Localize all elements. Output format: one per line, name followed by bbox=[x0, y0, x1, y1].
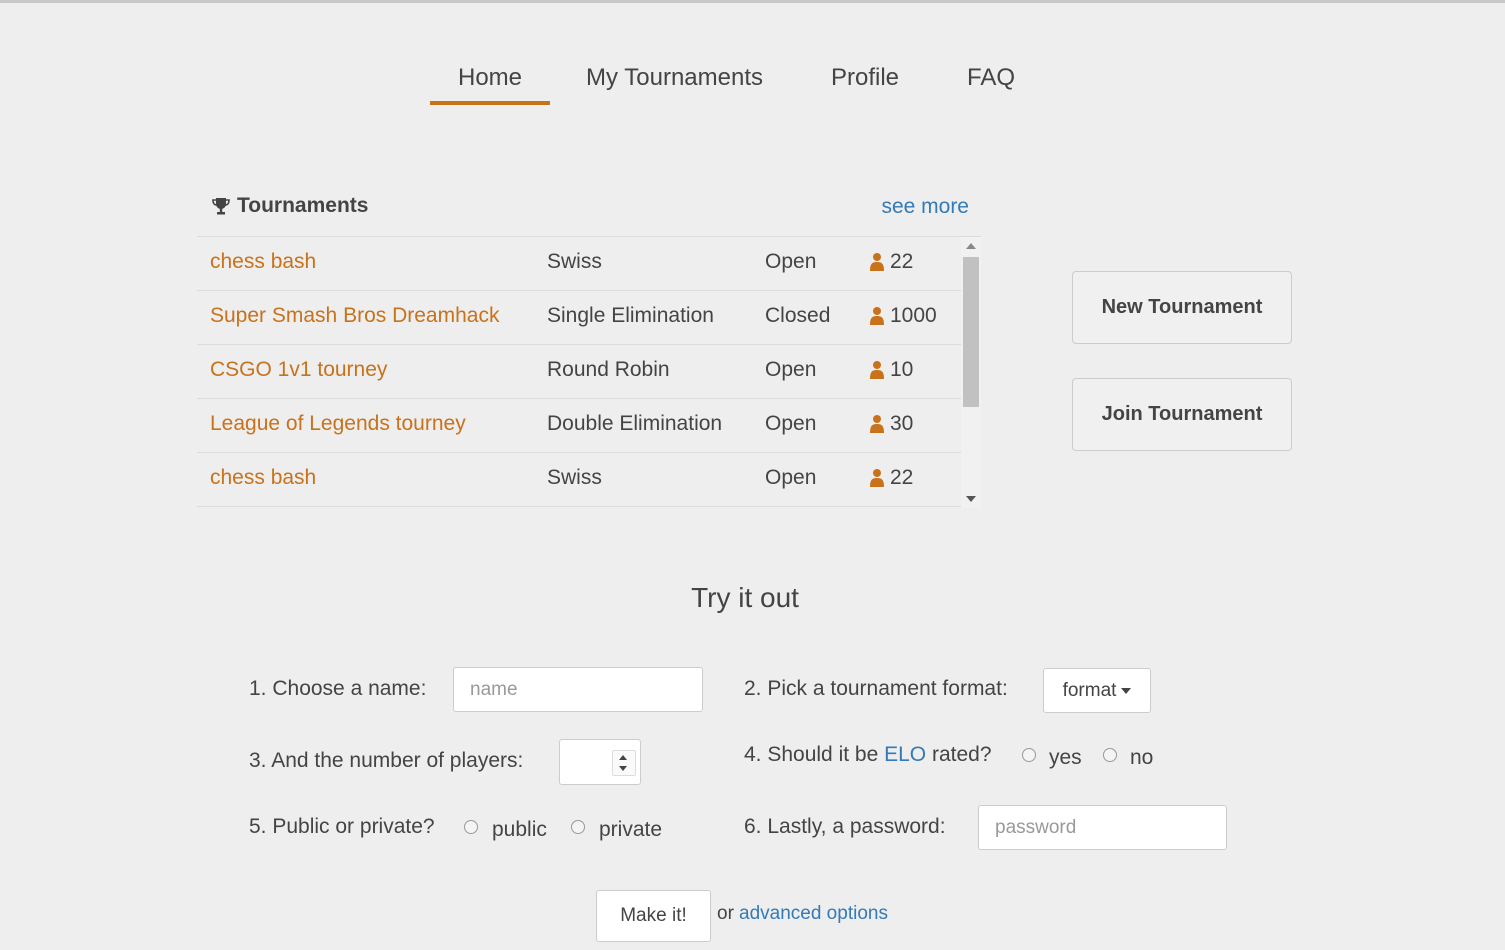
make-it-button[interactable]: Make it! bbox=[596, 890, 711, 942]
tournaments-table: chess bash Swiss Open 22 Super Smash Bro… bbox=[197, 237, 981, 508]
password-input[interactable] bbox=[978, 805, 1227, 850]
elo-yes-radio[interactable] bbox=[1022, 748, 1036, 762]
elo-yes-label: yes bbox=[1049, 746, 1082, 769]
scroll-up-icon[interactable] bbox=[966, 243, 976, 249]
nav-faq[interactable]: FAQ bbox=[947, 60, 1035, 105]
user-icon bbox=[870, 361, 884, 379]
scroll-down-icon[interactable] bbox=[966, 496, 976, 502]
tournaments-header: Tournaments see more bbox=[197, 186, 981, 237]
main-nav: Home My Tournaments Profile FAQ bbox=[430, 60, 1049, 110]
tournaments-title-text: Tournaments bbox=[237, 194, 369, 217]
table-scrollbar[interactable] bbox=[961, 237, 981, 508]
step6-label: 6. Lastly, a password: bbox=[744, 815, 946, 838]
table-row: chess bash Swiss Open 22 bbox=[197, 453, 961, 507]
scroll-thumb[interactable] bbox=[963, 257, 979, 407]
table-row: chess bash Swiss Open 22 bbox=[197, 237, 961, 291]
tournament-name-link[interactable]: Super Smash Bros Dreamhack bbox=[210, 304, 499, 328]
public-label: public bbox=[492, 818, 547, 841]
join-tournament-button[interactable]: Join Tournament bbox=[1072, 378, 1292, 451]
see-more-link[interactable]: see more bbox=[881, 195, 969, 219]
tournament-format: Swiss bbox=[547, 250, 602, 273]
tournament-format: Single Elimination bbox=[547, 304, 714, 327]
tournament-name-link[interactable]: CSGO 1v1 tourney bbox=[210, 358, 387, 382]
tournament-name-link[interactable]: League of Legends tourney bbox=[210, 412, 466, 436]
nav-home[interactable]: Home bbox=[430, 60, 551, 105]
tournament-players: 10 bbox=[869, 358, 913, 382]
step2-label: 2. Pick a tournament format: bbox=[744, 677, 1008, 700]
player-count: 10 bbox=[890, 358, 914, 381]
top-border bbox=[0, 0, 1505, 3]
advanced-options-link[interactable]: advanced options bbox=[739, 903, 888, 925]
trophy-icon bbox=[212, 198, 230, 215]
private-radio[interactable] bbox=[571, 820, 585, 834]
spinner-down-icon[interactable] bbox=[619, 766, 627, 771]
or-text: or bbox=[717, 903, 734, 924]
step4-prefix: 4. Should it be bbox=[744, 743, 879, 766]
tournaments-rows: chess bash Swiss Open 22 Super Smash Bro… bbox=[197, 237, 961, 507]
step4-label: 4. Should it be ELO rated? bbox=[744, 743, 992, 767]
tournaments-panel: Tournaments see more chess bash Swiss Op… bbox=[197, 186, 981, 508]
user-icon bbox=[870, 253, 884, 271]
nav-profile[interactable]: Profile bbox=[811, 60, 919, 105]
tournament-format: Double Elimination bbox=[547, 412, 723, 435]
players-number-input[interactable] bbox=[559, 739, 641, 785]
tournament-players: 1000 bbox=[869, 304, 937, 328]
step1-label: 1. Choose a name: bbox=[249, 677, 427, 700]
table-row: League of Legends tourney Double Elimina… bbox=[197, 399, 961, 453]
try-it-out-heading: Try it out bbox=[691, 582, 799, 613]
player-count: 1000 bbox=[890, 304, 937, 327]
tournament-status: Closed bbox=[765, 304, 831, 327]
step3-label: 3. And the number of players: bbox=[249, 749, 524, 772]
tournament-status: Open bbox=[765, 412, 817, 435]
step5-label: 5. Public or private? bbox=[249, 815, 435, 838]
player-count: 30 bbox=[890, 412, 914, 435]
new-tournament-button[interactable]: New Tournament bbox=[1072, 271, 1292, 344]
tournament-status: Open bbox=[765, 358, 817, 381]
tournament-name-link[interactable]: chess bash bbox=[210, 466, 316, 490]
nav-my-tournaments[interactable]: My Tournaments bbox=[564, 60, 785, 105]
public-radio[interactable] bbox=[464, 820, 478, 834]
user-icon bbox=[870, 415, 884, 433]
tournament-players: 22 bbox=[869, 466, 913, 490]
user-icon bbox=[870, 469, 884, 487]
elo-no-label: no bbox=[1130, 746, 1154, 769]
chevron-down-icon bbox=[1121, 687, 1132, 694]
step4-suffix: rated? bbox=[931, 743, 992, 766]
player-count: 22 bbox=[890, 250, 914, 273]
user-icon bbox=[870, 307, 884, 325]
private-label: private bbox=[599, 818, 663, 841]
tournament-format: Swiss bbox=[547, 466, 602, 489]
tournament-status: Open bbox=[765, 250, 817, 273]
player-count: 22 bbox=[890, 466, 914, 489]
tournament-players: 22 bbox=[869, 250, 913, 274]
tournament-format: Round Robin bbox=[547, 358, 670, 381]
table-row: Super Smash Bros Dreamhack Single Elimin… bbox=[197, 291, 961, 345]
table-row: CSGO 1v1 tourney Round Robin Open 10 bbox=[197, 345, 961, 399]
spinner-up-icon[interactable] bbox=[619, 755, 627, 760]
format-dropdown[interactable]: format bbox=[1043, 668, 1151, 713]
tournaments-title: Tournaments bbox=[211, 194, 368, 218]
number-spinner[interactable] bbox=[612, 750, 636, 776]
name-input[interactable] bbox=[453, 667, 703, 712]
tournament-name-link[interactable]: chess bash bbox=[210, 250, 316, 274]
format-dropdown-label: format bbox=[1062, 679, 1117, 701]
tournament-players: 30 bbox=[869, 412, 913, 436]
elo-no-radio[interactable] bbox=[1103, 748, 1117, 762]
elo-link[interactable]: ELO bbox=[884, 743, 926, 766]
tournament-status: Open bbox=[765, 466, 817, 489]
